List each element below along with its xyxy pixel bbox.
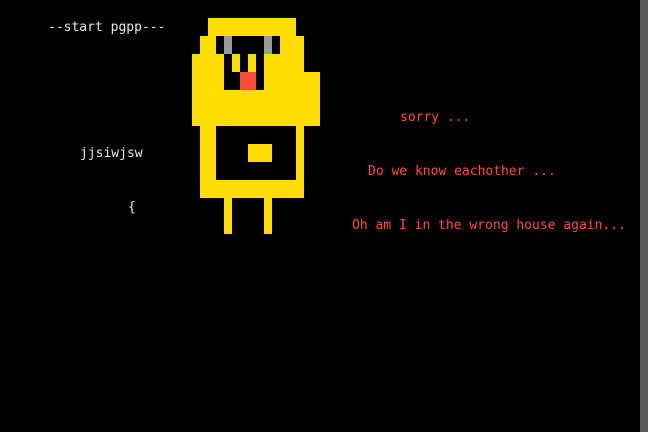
creature-body-gap-1 <box>216 126 296 144</box>
game-screen: --start pgpp--- jjsiwjsw { sorry ... Do … <box>0 0 648 432</box>
creature-body-gap-3 <box>272 144 296 162</box>
yellow-pixel-creature-icon <box>192 18 320 234</box>
creature-tongue <box>240 72 256 90</box>
creature-right-tooth <box>248 54 256 72</box>
creature-left-eye <box>224 36 232 54</box>
console-start-line: --start pgpp--- <box>48 20 166 35</box>
creature-right-leg <box>264 198 272 234</box>
creature-body-gap-2 <box>216 144 248 162</box>
creature-body-gap-4 <box>216 162 296 180</box>
creature-left-leg <box>224 198 232 234</box>
creature-right-eye <box>264 36 272 54</box>
scrollbar[interactable] <box>640 0 648 432</box>
dialogue-line-2: Do we know eachother ... <box>368 164 556 179</box>
creature-head-top <box>208 18 296 36</box>
console-line-2: jjsiwjsw <box>80 146 143 161</box>
dialogue-line-1: sorry ... <box>400 110 471 125</box>
dialogue-line-3: Oh am I in the wrong house again... <box>352 218 626 233</box>
console-line-3: { <box>128 200 136 215</box>
creature-left-tooth <box>232 54 240 72</box>
